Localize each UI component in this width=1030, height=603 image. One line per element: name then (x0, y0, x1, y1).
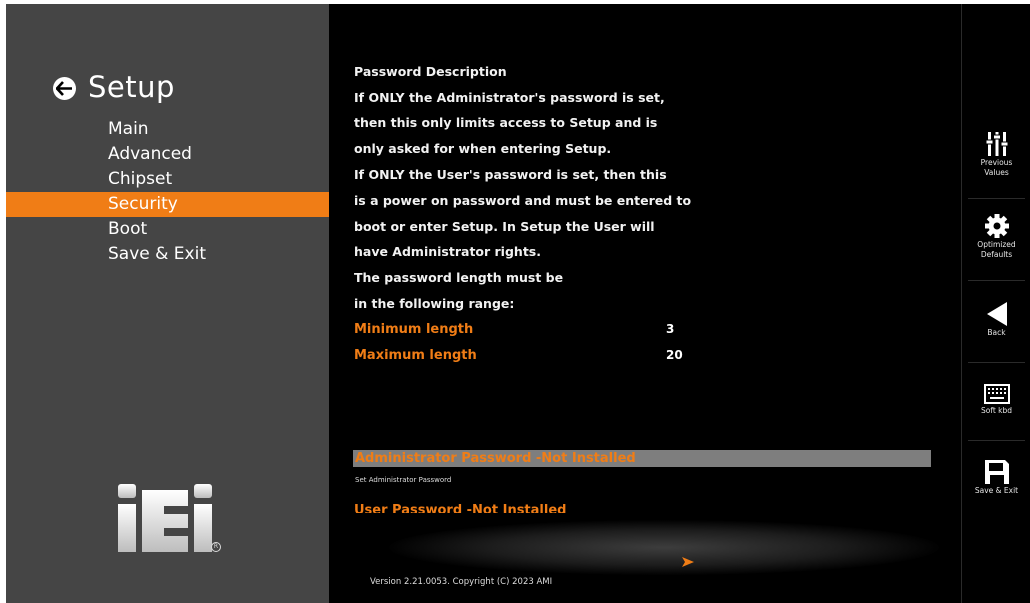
version-text: Version 2.21.0053. Copyright (C) 2023 AM… (370, 577, 553, 587)
back-label: Back (987, 328, 1006, 337)
previous-values-label-line1: Previous (980, 158, 1013, 167)
sliders-icon (985, 132, 1008, 156)
back-button[interactable]: Back (962, 302, 1030, 338)
toolbar: PreviousValues OptimizedDefaults Back (961, 4, 1030, 603)
save-exit-label: Save & Exit (974, 486, 1019, 495)
description-line: in the following range: (354, 296, 515, 311)
keyboard-icon (983, 384, 1010, 404)
description-line: only asked for when entering Setup. (354, 141, 612, 156)
administrator-password-item[interactable]: Administrator Password -Not Installed (353, 450, 931, 467)
previous-values-label-line2: Values (984, 168, 1009, 177)
registered-mark-icon: R (211, 542, 221, 552)
back-triangle-icon (986, 302, 1007, 326)
sidebar-nav: Main Advanced Chipset Security Boot Save… (6, 117, 329, 267)
optimized-defaults-label-line1: Optimized (977, 240, 1016, 249)
administrator-password-label: Administrator Password -Not Installed (355, 451, 636, 466)
minimum-length-value: 3 (666, 322, 675, 336)
user-password-label: User Password -Not Installed (354, 503, 567, 513)
description-line: Password Description (354, 64, 507, 79)
administrator-password-help: Set Administrator Password (355, 476, 452, 484)
description-line: If ONLY the User's password is set, then… (354, 167, 667, 182)
sidebar: Setup Main Advanced Chipset Security Boo… (6, 4, 329, 603)
main-content: Password Description If ONLY the Adminis… (329, 4, 961, 603)
iei-logo (116, 484, 226, 554)
description-line: have Administrator rights. (354, 244, 541, 259)
save-exit-button[interactable]: Save & Exit (962, 460, 1030, 496)
setup-title: Setup (88, 70, 175, 104)
nav-item-security[interactable]: Security (6, 192, 329, 217)
reflection-glow (389, 520, 939, 575)
optimized-defaults-label-line2: Defaults (980, 250, 1013, 259)
gear-icon (984, 214, 1009, 238)
description-line: The password length must be (354, 270, 564, 285)
description-line: then this only limits access to Setup an… (354, 115, 658, 130)
nav-item-chipset[interactable]: Chipset (6, 167, 329, 192)
bios-setup-window: Setup Main Advanced Chipset Security Boo… (6, 4, 1030, 603)
nav-item-boot[interactable]: Boot (6, 217, 329, 242)
nav-item-advanced[interactable]: Advanced (6, 142, 329, 167)
user-password-item[interactable]: User Password -Not Installed (354, 502, 566, 513)
description-line: is a power on password and must be enter… (354, 193, 692, 208)
previous-values-button[interactable]: Previous Values (962, 132, 1030, 178)
back-arrow-icon[interactable] (53, 77, 76, 100)
description-line: boot or enter Setup. In Setup the User w… (354, 219, 655, 234)
optimized-defaults-button[interactable]: Optimized Defaults (962, 214, 1030, 260)
nav-item-save-exit[interactable]: Save & Exit (6, 242, 329, 267)
minimum-length-label: Minimum length (354, 322, 474, 337)
maximum-length-value: 20 (666, 348, 683, 362)
floppy-disk-icon (984, 460, 1009, 484)
description-line: If ONLY the Administrator's password is … (354, 90, 665, 105)
nav-item-main[interactable]: Main (6, 117, 329, 142)
mouse-cursor-icon (682, 557, 694, 567)
soft-kbd-label: Soft kbd (980, 406, 1013, 415)
maximum-length-label: Maximum length (354, 348, 477, 363)
soft-keyboard-button[interactable]: Soft kbd (962, 384, 1030, 416)
